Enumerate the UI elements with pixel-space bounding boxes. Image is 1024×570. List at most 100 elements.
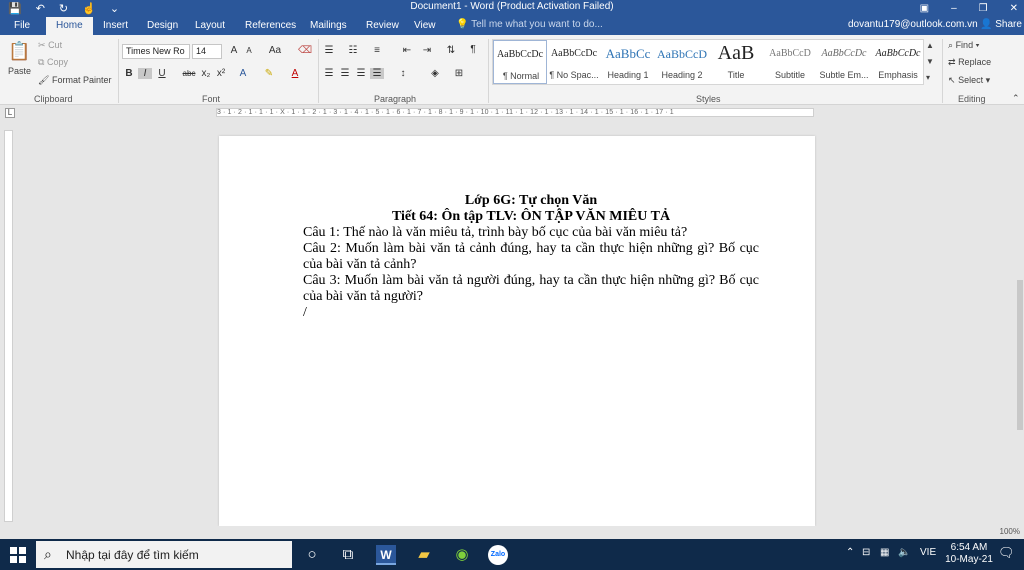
clear-formatting-icon[interactable]: ⌫ xyxy=(298,45,312,56)
volume-icon[interactable]: 🔈 xyxy=(898,547,910,558)
font-name-box[interactable]: Times New Ro xyxy=(122,44,190,59)
group-label-paragraph: Paragraph xyxy=(374,94,417,104)
tab-mailings[interactable]: Mailings xyxy=(310,19,347,35)
styles-scroll-down-icon[interactable]: ▼ xyxy=(926,57,934,66)
document-body[interactable]: Lớp 6G: Tự chọn Văn Tiết 64: Ôn tập TLV:… xyxy=(303,193,759,321)
increase-indent-icon[interactable]: ⇥ xyxy=(420,45,434,56)
word-app-icon[interactable]: W xyxy=(376,545,396,565)
scissors-icon: ✂ xyxy=(38,40,46,50)
network-icon[interactable]: ▦ xyxy=(880,547,889,558)
format-painter-button[interactable]: 🖌 Format Painter xyxy=(38,75,111,86)
bold-button[interactable]: B xyxy=(122,68,136,79)
tab-layout[interactable]: Layout xyxy=(195,19,225,35)
doc-question-1: Câu 1: Thế nào là văn miêu tả, trình bày… xyxy=(303,225,688,240)
borders-icon[interactable]: ⊞ xyxy=(452,68,466,79)
show-marks-button[interactable]: ¶ xyxy=(466,44,480,55)
cut-button[interactable]: ✂ Cut xyxy=(38,40,62,51)
multilevel-list-icon[interactable]: ≡ xyxy=(370,45,384,56)
tab-view[interactable]: View xyxy=(414,19,436,35)
change-case-button[interactable]: Aa xyxy=(266,45,284,56)
italic-button[interactable]: I xyxy=(138,68,152,79)
tab-home[interactable]: Home xyxy=(46,17,93,35)
highlight-icon[interactable]: ✎ xyxy=(262,68,276,79)
strikethrough-button[interactable]: abc xyxy=(180,69,198,78)
style-heading-2[interactable]: AaBbCcD Heading 2 xyxy=(655,40,709,84)
taskbar-search-box[interactable]: ⌕ Nhập tại đây để tìm kiếm xyxy=(36,541,292,568)
style-normal[interactable]: AaBbCcDc ¶ Normal xyxy=(493,40,547,84)
copy-button[interactable]: ⧉ Copy xyxy=(38,57,68,68)
tab-file[interactable]: File xyxy=(14,19,30,35)
window-title: Document1 - Word (Product Activation Fai… xyxy=(410,1,614,12)
doc-question-3: Câu 3: Muốn làm bài văn tả người đúng, h… xyxy=(303,273,759,304)
tray-expand-icon[interactable]: ⌃ xyxy=(846,547,854,558)
zalo-icon[interactable]: Zalo xyxy=(488,545,508,565)
font-color-icon[interactable]: A xyxy=(288,68,302,79)
grow-font-button[interactable]: A xyxy=(227,45,241,56)
cortana-icon[interactable]: ○ xyxy=(302,545,322,565)
system-clock[interactable]: 6:54 AM 10-May-21 xyxy=(944,542,994,566)
file-explorer-icon[interactable]: ▰ xyxy=(414,545,434,565)
underline-button[interactable]: U xyxy=(155,68,169,79)
tab-insert[interactable]: Insert xyxy=(103,19,128,35)
notifications-icon[interactable]: 🗨 xyxy=(998,545,1015,561)
paste-icon[interactable]: 📋 xyxy=(8,41,30,62)
device-icon[interactable]: ⊟ xyxy=(862,547,870,558)
maximize-button[interactable]: ❐ xyxy=(979,3,988,14)
tab-review[interactable]: Review xyxy=(366,19,399,35)
vertical-ruler[interactable] xyxy=(4,130,13,522)
input-language[interactable]: VIE xyxy=(920,547,936,558)
shrink-font-button[interactable]: A xyxy=(242,46,256,55)
minimize-button[interactable]: – xyxy=(951,3,957,14)
align-center-icon[interactable]: ☰ xyxy=(338,68,352,79)
find-button[interactable]: ⌕ Find ▾ xyxy=(948,40,979,51)
shading-icon[interactable]: ◈ xyxy=(428,68,442,79)
bullets-icon[interactable]: ☰ xyxy=(322,45,336,56)
ribbon-display-icon[interactable]: ▣ xyxy=(920,3,929,14)
share-button[interactable]: 👤 Share xyxy=(980,19,1022,30)
style-no-spacing[interactable]: AaBbCcDc ¶ No Spac... xyxy=(547,40,601,84)
vertical-scrollbar[interactable] xyxy=(1016,120,1024,526)
scrollbar-thumb[interactable] xyxy=(1017,280,1023,430)
decrease-indent-icon[interactable]: ⇤ xyxy=(400,45,414,56)
windows-start-icon[interactable] xyxy=(8,545,28,565)
align-left-icon[interactable]: ☰ xyxy=(322,68,336,79)
tab-design[interactable]: Design xyxy=(147,19,178,35)
search-icon: ⌕ xyxy=(44,546,52,562)
tab-selector-icon[interactable]: L xyxy=(5,108,15,118)
styles-gallery: AaBbCcDc ¶ Normal AaBbCcDc ¶ No Spac... Aa… xyxy=(492,39,924,85)
style-emphasis[interactable]: AaBbCcDc Emphasis xyxy=(871,40,925,84)
lightbulb-icon: 💡 xyxy=(456,19,469,30)
replace-button[interactable]: ⇄ Replace xyxy=(948,57,991,68)
align-right-icon[interactable]: ☰ xyxy=(354,68,368,79)
document-page[interactable]: Lớp 6G: Tự chọn Văn Tiết 64: Ôn tập TLV:… xyxy=(219,136,815,526)
numbering-icon[interactable]: ☷ xyxy=(346,45,360,56)
chrome-icon[interactable]: ◉ xyxy=(452,545,472,565)
sort-icon[interactable]: ⇅ xyxy=(444,45,458,56)
close-button[interactable]: ✕ xyxy=(1010,3,1018,14)
account-name[interactable]: dovantu179@outlook.com.vn xyxy=(848,19,978,30)
collapse-ribbon-icon[interactable]: ⌃ xyxy=(1012,93,1020,104)
text-effects-icon[interactable]: A xyxy=(236,68,250,79)
doc-line-lesson: Tiết 64: Ôn tập TLV: ÔN TẬP VĂN MIÊU TẢ xyxy=(391,209,671,224)
select-button[interactable]: ↖ Select ▾ xyxy=(948,75,990,86)
line-spacing-icon[interactable]: ↕ xyxy=(396,68,410,79)
superscript-button[interactable]: x² xyxy=(214,68,228,79)
style-subtle-emphasis[interactable]: AaBbCcDc Subtle Em... xyxy=(817,40,871,84)
style-subtitle[interactable]: AaBbCcD Subtitle xyxy=(763,40,817,84)
ruler-ticks: 3 · 1 · 2 · 1 · 1 · 1 · X · 1 · 1 · 2 · … xyxy=(217,109,674,116)
horizontal-ruler[interactable]: 3 · 1 · 2 · 1 · 1 · 1 · X · 1 · 1 · 2 · … xyxy=(216,108,814,117)
paste-button[interactable]: Paste xyxy=(8,66,31,76)
zoom-level[interactable]: 100% xyxy=(1000,527,1020,536)
task-view-icon[interactable]: ⧉ xyxy=(338,545,358,565)
font-size-box[interactable]: 14 xyxy=(192,44,222,59)
style-title[interactable]: AaB Title xyxy=(709,40,763,84)
doc-line-class: Lớp 6G: Tự chọn Văn xyxy=(464,193,598,208)
subscript-button[interactable]: x₂ xyxy=(199,68,213,79)
justify-icon[interactable]: ☰ xyxy=(370,68,384,79)
style-heading-1[interactable]: AaBbCc Heading 1 xyxy=(601,40,655,84)
tell-me-box[interactable]: 💡 Tell me what you want to do... xyxy=(456,19,603,30)
styles-more-icon[interactable]: ▾ xyxy=(926,73,930,82)
status-bar: 100% xyxy=(0,526,1024,539)
tab-references[interactable]: References xyxy=(245,19,296,35)
styles-scroll-up-icon[interactable]: ▲ xyxy=(926,41,934,50)
